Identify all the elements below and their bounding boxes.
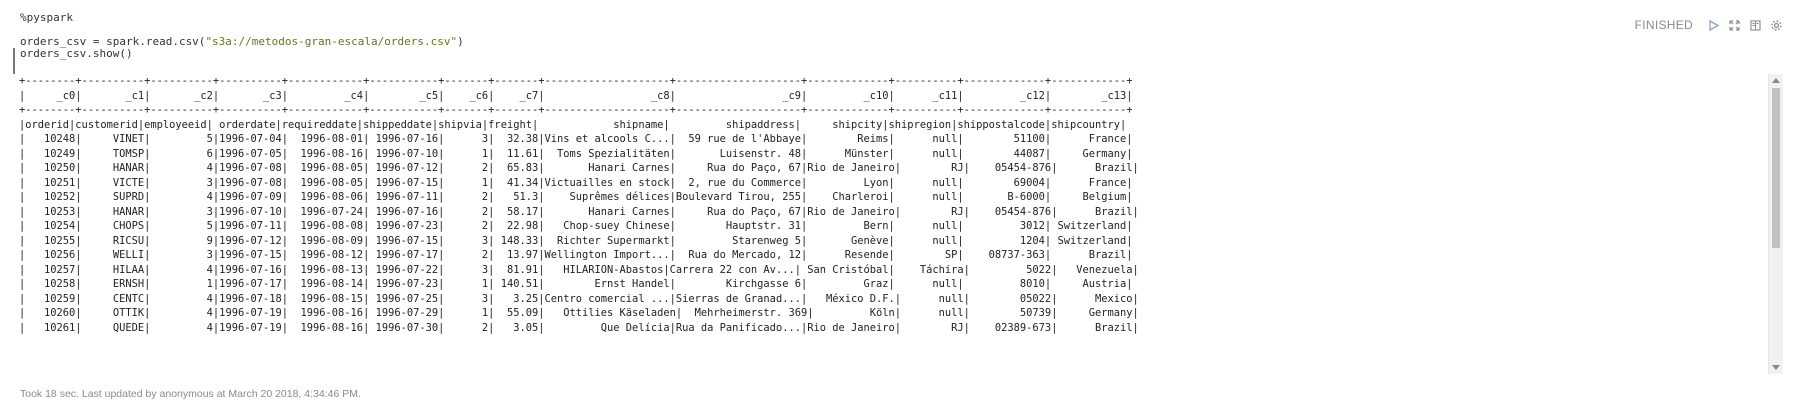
editor-code-token: ) xyxy=(457,35,464,48)
notebook-paragraph: %pyspark orders_csv = spark.read.csv("s3… xyxy=(0,0,1818,414)
editor-line-show: orders_csv.show() xyxy=(20,47,133,60)
output-area: +--------+----------+----------+--------… xyxy=(19,74,1783,374)
status-label: FINISHED xyxy=(1634,18,1693,32)
paragraph-controls: FINISHED xyxy=(1635,18,1783,32)
editor-line-read: orders_csv = spark.read.csv("s3a://metod… xyxy=(20,36,1400,48)
run-info-footer: Took 18 sec. Last updated by anonymous a… xyxy=(20,388,361,400)
play-icon[interactable] xyxy=(1707,19,1720,32)
gear-icon[interactable] xyxy=(1770,19,1783,32)
scroll-up-arrow-icon[interactable] xyxy=(1772,78,1780,83)
book-icon[interactable] xyxy=(1749,19,1762,32)
scrollbar-thumb[interactable] xyxy=(1772,88,1780,248)
output-scrollbar[interactable] xyxy=(1768,74,1783,374)
code-editor[interactable]: %pyspark orders_csv = spark.read.csv("s3… xyxy=(13,11,1400,74)
editor-string-token: "s3a://metodos-gran-escala/orders.csv" xyxy=(205,35,458,48)
scroll-down-arrow-icon[interactable] xyxy=(1772,365,1780,370)
expand-icon[interactable] xyxy=(1728,19,1741,32)
editor-cursor-bar xyxy=(13,48,15,74)
editor-line-interpreter: %pyspark xyxy=(20,11,73,24)
dataframe-output: +--------+----------+----------+--------… xyxy=(19,75,1139,334)
